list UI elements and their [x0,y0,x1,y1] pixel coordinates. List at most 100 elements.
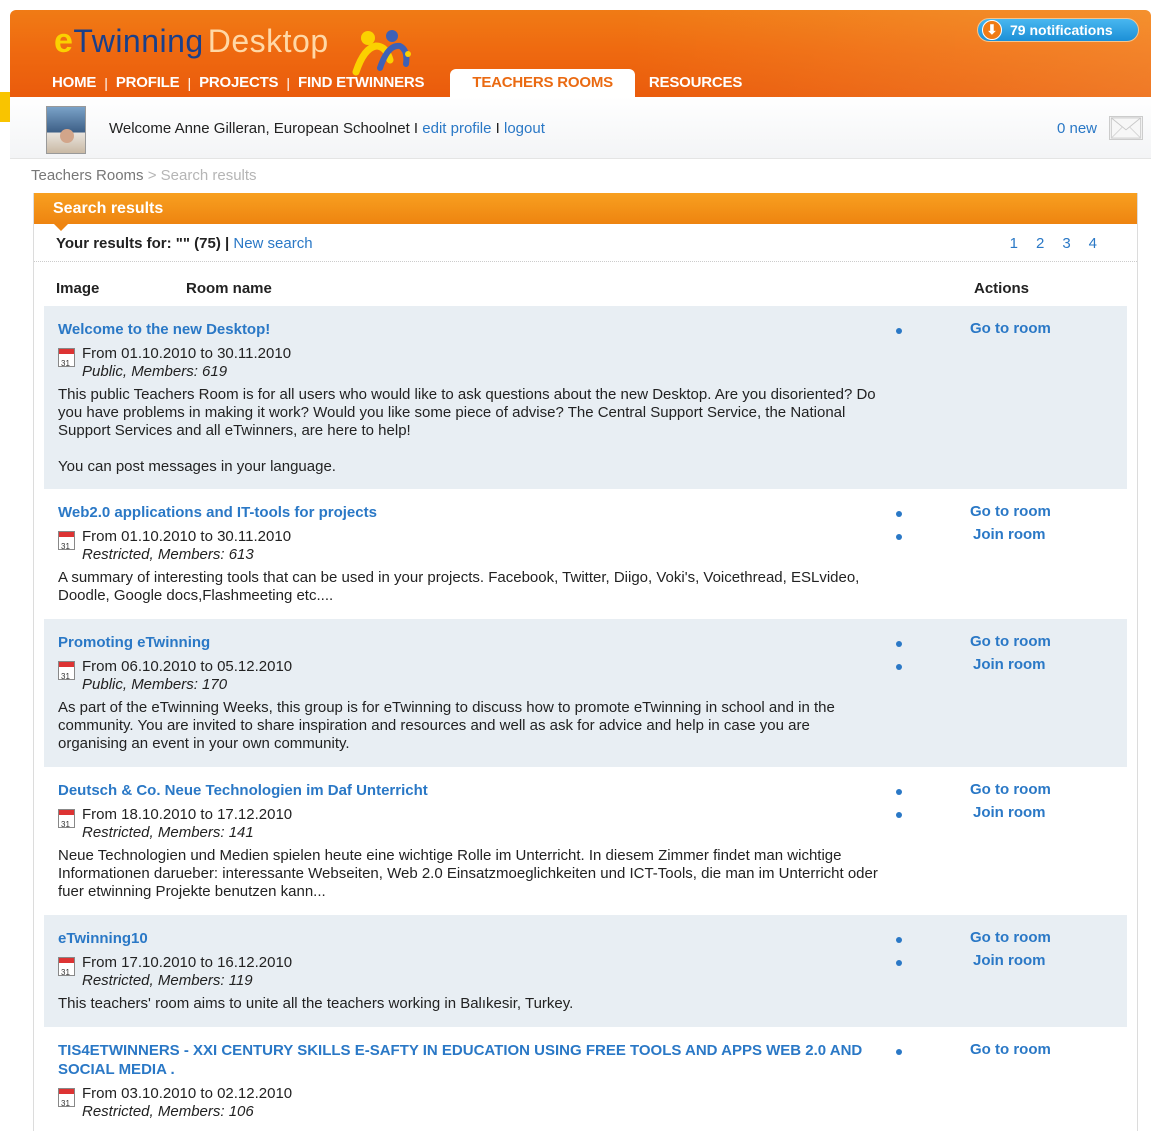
action-bullets [896,789,902,835]
join-room-link[interactable]: Join room [970,656,1051,679]
room-dates: From 01.10.2010 to 30.11.2010 [82,345,292,362]
room-description: A summary of interesting tools that can … [58,569,878,605]
go-to-room-link[interactable]: Go to room [970,781,1051,804]
room-meta: From 03.10.2010 to 02.12.2010 Restricted… [58,1085,1127,1121]
calendar-icon [58,531,75,556]
results-summary: Your results for: "" (75) | New search 1… [34,224,1137,262]
table-header: Image Room name Actions [34,262,1137,306]
calendar-icon [58,661,75,686]
room-description: This teachers' room aims to unite all th… [58,995,878,1013]
nav-profile[interactable]: PROFILE [108,74,188,97]
room-title-link[interactable]: Promoting eTwinning [58,633,878,652]
logo-desktop: Desktop [207,23,329,59]
nav-resources[interactable]: RESOURCES [641,74,750,97]
nav-home[interactable]: HOME [44,74,104,97]
breadcrumb-separator: > [147,167,157,184]
room-actions: Go to room [970,1041,1051,1064]
calendar-icon [58,809,75,834]
go-to-room-link[interactable]: Go to room [970,633,1051,656]
results-label: Your results for: [56,235,172,252]
results-separator: | [225,235,230,252]
bullet-icon [896,511,902,517]
room-access: Restricted, Members: 106 [82,1103,254,1120]
action-bullets [896,511,902,557]
user-bar: Welcome Anne Gilleran, European Schoolne… [10,97,1151,159]
room-row: Welcome to the new Desktop! From 01.10.2… [44,306,1127,489]
bullet-icon [896,534,902,540]
page-1-link[interactable]: 1 [1010,235,1018,252]
join-room-link[interactable]: Join room [970,526,1051,549]
results-query: "" (75) [175,235,221,252]
notifications-button[interactable]: ⬇ 79 notifications [977,18,1139,42]
col-image: Image [56,280,100,297]
logo-e: e [54,22,74,60]
logo-figures-icon [352,30,411,76]
go-to-room-link[interactable]: Go to room [970,503,1051,526]
room-row: Promoting eTwinning From 06.10.2010 to 0… [44,619,1127,767]
page-2-link[interactable]: 2 [1036,235,1044,252]
action-bullets [896,1049,902,1072]
bullet-icon [896,641,902,647]
bullet-icon [896,328,902,334]
search-results-panel: Search results Your results for: "" (75)… [33,193,1138,1131]
top-header: e Twinning Desktop ⬇ 79 notifications HOME… [10,10,1151,97]
room-actions: Go to room Join room [970,633,1051,679]
room-description-text: Neue Technologien und Medien spielen heu… [58,847,878,900]
calendar-icon [58,957,75,982]
room-access: Public, Members: 619 [82,363,228,380]
join-room-link[interactable]: Join room [970,804,1051,827]
nav-projects[interactable]: PROJECTS [191,74,286,97]
room-meta: From 01.10.2010 to 30.11.2010 Restricted… [58,528,1127,564]
calendar-icon [58,1088,75,1113]
room-title-link[interactable]: Welcome to the new Desktop! [58,320,878,339]
room-row: Web2.0 applications and IT-tools for pro… [44,489,1127,619]
action-bullets [896,328,902,351]
room-description-text: As part of the eTwinning Weeks, this gro… [58,699,835,752]
logout-link[interactable]: logout [504,120,545,137]
etwinning-logo[interactable]: e Twinning Desktop [54,22,329,61]
room-title-link[interactable]: Deutsch & Co. Neue Technologien im Daf U… [58,781,878,800]
room-actions: Go to room Join room [970,503,1051,549]
room-meta: From 17.10.2010 to 16.12.2010 Restricted… [58,954,1127,990]
page-4-link[interactable]: 4 [1089,235,1097,252]
room-meta: From 18.10.2010 to 17.12.2010 Restricted… [58,806,1127,842]
new-messages-link[interactable]: 0 new [1057,120,1097,137]
page-3-link[interactable]: 3 [1062,235,1070,252]
room-description-text: This public Teachers Room is for all use… [58,386,876,439]
go-to-room-link[interactable]: Go to room [970,929,1051,952]
breadcrumb-current: Search results [160,167,257,184]
room-row: Deutsch & Co. Neue Technologien im Daf U… [44,767,1127,915]
room-description-text: This teachers' room aims to unite all th… [58,995,574,1012]
side-accent [0,92,10,122]
col-actions: Actions [974,280,1030,297]
go-to-room-link[interactable]: Go to room [970,1041,1051,1064]
new-search-link[interactable]: New search [233,235,312,252]
go-to-room-link[interactable]: Go to room [970,320,1051,343]
main-nav: HOME | PROFILE | PROJECTS | FIND ETWINNE… [44,69,750,97]
calendar-icon [58,348,75,373]
bullet-icon [896,1049,902,1055]
envelope-icon[interactable] [1109,116,1143,140]
room-title-link[interactable]: eTwinning10 [58,929,878,948]
separator: I [495,120,500,137]
welcome-text: Welcome Anne Gilleran, European Schoolne… [109,120,545,137]
nav-teachers-rooms[interactable]: TEACHERS ROOMS [450,69,635,97]
avatar[interactable] [46,106,86,154]
join-room-link[interactable]: Join room [970,952,1051,975]
room-title-link[interactable]: Web2.0 applications and IT-tools for pro… [58,503,878,522]
bullet-icon [896,812,902,818]
pagination: 1 2 3 4 [1010,235,1097,252]
notifications-label: 79 notifications [1010,22,1113,38]
room-row: eTwinning10 From 17.10.2010 to 16.12.201… [44,915,1127,1027]
action-bullets [896,641,902,687]
breadcrumb-teachers-rooms[interactable]: Teachers Rooms [31,167,144,184]
download-arrow-icon: ⬇ [982,20,1002,40]
nav-find-etwinners[interactable]: FIND ETWINNERS [290,74,432,97]
col-room-name: Room name [186,280,272,297]
bullet-icon [896,664,902,670]
room-description-text: You can post messages in your language. [58,458,336,475]
separator: I [413,120,419,137]
room-dates: From 03.10.2010 to 02.12.2010 [82,1085,293,1102]
room-title-link[interactable]: TIS4ETWINNERS - XXI CENTURY SKILLS E-SAF… [58,1041,878,1079]
edit-profile-link[interactable]: edit profile [422,120,491,137]
